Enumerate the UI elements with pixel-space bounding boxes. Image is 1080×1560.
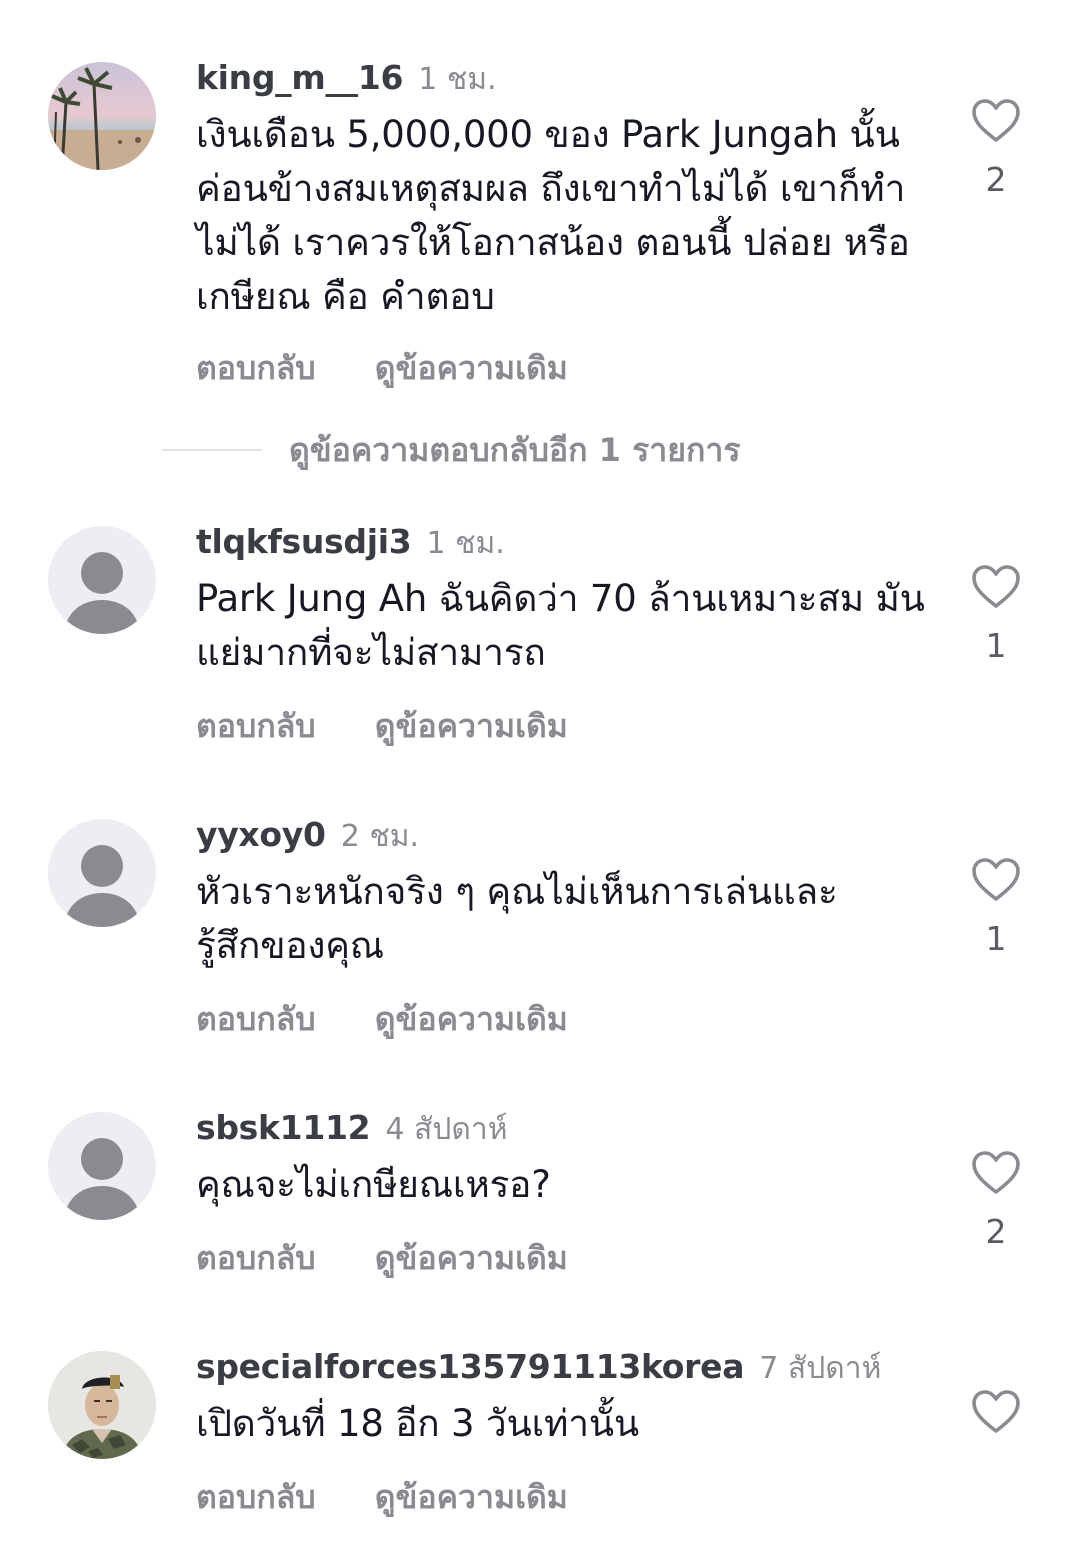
like-count: 1 [985, 626, 1007, 665]
view-original-button[interactable]: ดูข้อความเดิม [375, 1239, 568, 1277]
like-count: 2 [985, 1212, 1007, 1251]
comment-actions: ตอบกลับ ดูข้อความเดิม [196, 1477, 568, 1517]
user-avatar[interactable] [48, 819, 156, 927]
comment-actions: ตอบกลับ ดูข้อความเดิม [196, 348, 568, 388]
beach-photo-avatar [48, 62, 156, 170]
user-avatar[interactable] [48, 1112, 156, 1220]
heart-outline-icon[interactable] [971, 857, 1021, 903]
username[interactable]: king_m__16 [196, 58, 403, 97]
timestamp: 4 สัปดาห์ [385, 1112, 508, 1147]
reply-button[interactable]: ตอบกลับ [196, 1478, 316, 1516]
heart-outline-icon[interactable] [971, 98, 1021, 144]
view-original-button[interactable]: ดูข้อความเดิม [375, 1478, 568, 1516]
comment-meta: specialforces135791113korea 7 สัปดาห์ [196, 1347, 881, 1387]
reply-button[interactable]: ตอบกลับ [196, 1239, 316, 1277]
comment-text: หัวเราะหนักจริง ๆ คุณไม่เห็นการเล่นและรู… [196, 870, 838, 967]
comment-text: เปิดวันที่ 18 อีก 3 วันเท่านั้น [196, 1402, 639, 1445]
timestamp: 1 ชม. [418, 62, 497, 97]
divider-line [162, 449, 262, 451]
username[interactable]: sbsk1112 [196, 1108, 371, 1147]
comment-text: เงินเดือน 5,000,000 ของ Park Jungah นั้น… [196, 113, 910, 318]
like-control: 2 [960, 1150, 1032, 1252]
timestamp: 2 ชม. [340, 819, 420, 854]
user-avatar[interactable] [48, 526, 156, 634]
comment-meta: yyxoy0 2 ชม. [196, 815, 419, 855]
user-avatar[interactable] [48, 1351, 156, 1459]
like-control: 2 [960, 98, 1032, 200]
user-avatar[interactable] [48, 62, 156, 170]
like-count: 1 [985, 919, 1007, 958]
username[interactable]: tlqkfsusdji3 [196, 522, 412, 561]
default-avatar-icon [48, 819, 156, 927]
reply-button[interactable]: ตอบกลับ [196, 1000, 316, 1038]
view-more-replies[interactable]: ดูข้อความตอบกลับอีก 1 รายการ [162, 430, 922, 470]
default-avatar-icon [48, 1112, 156, 1220]
username[interactable]: specialforces135791113korea [196, 1347, 745, 1386]
username[interactable]: yyxoy0 [196, 815, 326, 854]
soldier-photo-avatar [48, 1351, 156, 1459]
comment-actions: ตอบกลับ ดูข้อความเดิม [196, 1238, 568, 1278]
reply-button[interactable]: ตอบกลับ [196, 349, 316, 387]
like-control [960, 1389, 1032, 1451]
heart-outline-icon[interactable] [971, 1389, 1021, 1435]
comment-meta: sbsk1112 4 สัปดาห์ [196, 1108, 508, 1148]
comment-text: คุณจะไม่เกษียณเหรอ? [196, 1163, 551, 1206]
comment-actions: ตอบกลับ ดูข้อความเดิม [196, 706, 568, 746]
comment-text: Park Jung Ah ฉันคิดว่า 70 ล้านเหมาะสม มั… [196, 577, 925, 674]
comment-actions: ตอบกลับ ดูข้อความเดิม [196, 999, 568, 1039]
view-original-button[interactable]: ดูข้อความเดิม [375, 707, 568, 745]
heart-outline-icon[interactable] [971, 1150, 1021, 1196]
reply-button[interactable]: ตอบกลับ [196, 707, 316, 745]
view-original-button[interactable]: ดูข้อความเดิม [375, 349, 568, 387]
timestamp: 7 สัปดาห์ [759, 1351, 882, 1386]
view-original-button[interactable]: ดูข้อความเดิม [375, 1000, 568, 1038]
like-control: 1 [960, 857, 1032, 959]
heart-outline-icon[interactable] [971, 564, 1021, 610]
comment-meta: tlqkfsusdji3 1 ชม. [196, 522, 505, 562]
timestamp: 1 ชม. [426, 526, 505, 561]
view-more-replies-label[interactable]: ดูข้อความตอบกลับอีก 1 รายการ [289, 430, 741, 470]
like-control: 1 [960, 564, 1032, 666]
like-count: 2 [985, 160, 1007, 199]
comment-meta: king_m__16 1 ชม. [196, 58, 497, 98]
default-avatar-icon [48, 526, 156, 634]
